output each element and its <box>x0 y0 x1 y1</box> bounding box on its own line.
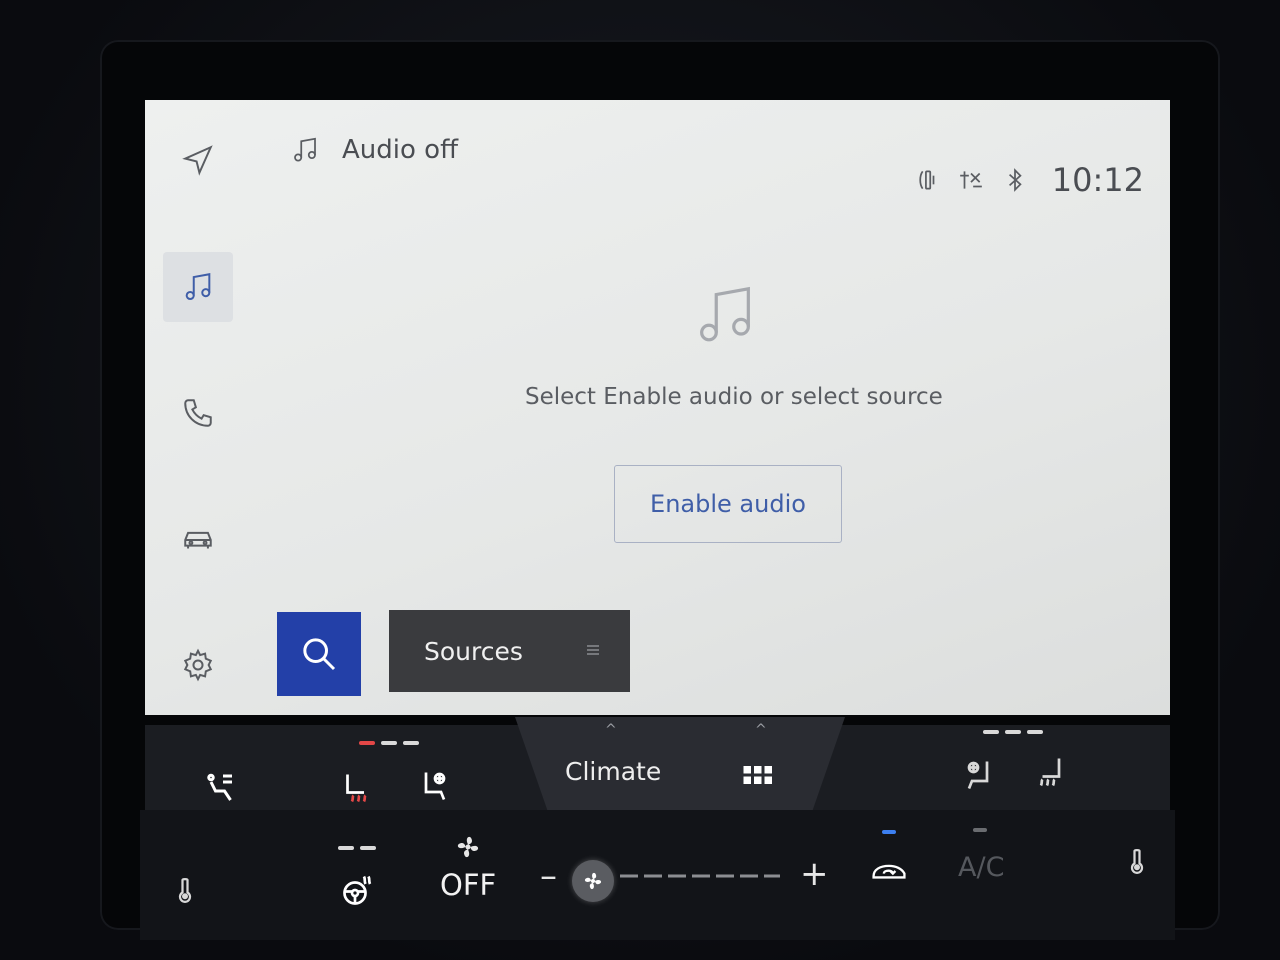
fan-speed-slider[interactable] <box>572 860 614 902</box>
status-bar: 10:12 <box>914 158 1144 202</box>
recirculation-button[interactable] <box>862 848 916 894</box>
apps-grid-button[interactable] <box>737 755 777 795</box>
steering-wheel-heat-button[interactable] <box>333 865 383 915</box>
empty-state: Select Enable audio or select source <box>525 280 943 410</box>
passenger-seat-vent-button[interactable] <box>953 750 1003 800</box>
empty-state-message: Select Enable audio or select source <box>525 384 943 410</box>
driver-seat-vent-button[interactable] <box>410 761 460 811</box>
driver-seat-heat-button[interactable] <box>330 763 380 813</box>
car-icon <box>184 531 212 549</box>
audio-header: Audio off <box>290 130 458 170</box>
wireless-charging-icon <box>919 170 935 190</box>
driver-seat-heat-level <box>359 741 419 745</box>
thermometer-icon <box>1130 848 1144 874</box>
passenger-seat-heat-button[interactable] <box>1025 747 1075 797</box>
side-nav-rail <box>145 100 255 715</box>
search-icon <box>303 638 336 671</box>
search-button[interactable] <box>277 612 361 696</box>
seat-airflow-icon <box>207 773 232 801</box>
infotainment-screen: Audio off 10:12 Select Enable audio or s… <box>145 100 1170 715</box>
music-note-icon <box>294 137 316 162</box>
seat-fan-icon <box>967 761 989 790</box>
fan-icon-label <box>453 832 483 862</box>
clock: 10:12 <box>1051 161 1144 199</box>
phone-icon <box>184 399 212 427</box>
fan-icon <box>584 872 602 890</box>
nav-settings-button[interactable] <box>163 630 233 700</box>
driver-temp-button[interactable] <box>170 875 200 905</box>
gear-icon <box>183 648 213 682</box>
signal-off-icon <box>959 171 982 189</box>
airflow-mode-button[interactable] <box>195 763 245 813</box>
nav-vehicle-button[interactable] <box>163 505 233 575</box>
seat-heater-icon <box>346 774 367 803</box>
music-note-icon <box>185 273 211 301</box>
climate-tab-label: Climate <box>565 757 662 786</box>
steering-heat-level <box>338 846 376 850</box>
ac-button[interactable]: A/C <box>958 852 1004 883</box>
sources-button[interactable]: Sources <box>389 610 630 692</box>
fan-state-label: OFF <box>440 868 497 902</box>
passenger-temp-button[interactable] <box>1122 846 1152 876</box>
fan-increase-button[interactable]: + <box>800 854 829 894</box>
grid-icon <box>743 766 772 784</box>
enable-audio-button[interactable]: Enable audio <box>614 465 842 543</box>
car-recirculation-icon <box>872 864 906 879</box>
bluetooth-icon <box>1008 168 1022 192</box>
nav-map-button[interactable] <box>163 125 233 195</box>
recirculation-indicator <box>882 830 896 834</box>
navigation-icon <box>182 145 213 176</box>
chevron-up-icon: ^ <box>755 722 767 738</box>
page-title: Audio off <box>342 135 458 165</box>
passenger-seat-level <box>983 730 1043 734</box>
seat-fan-icon <box>424 772 446 801</box>
steering-wheel-heat-icon <box>343 875 372 905</box>
fan-icon <box>457 836 479 858</box>
nav-audio-button[interactable] <box>163 252 233 322</box>
chevron-up-icon: ^ <box>605 722 617 738</box>
fan-decrease-button[interactable]: – <box>540 856 557 896</box>
ac-indicator <box>973 828 987 832</box>
nav-phone-button[interactable] <box>163 378 233 448</box>
thermometer-icon <box>178 877 192 903</box>
music-note-icon <box>700 286 750 342</box>
menu-icon <box>587 645 599 655</box>
seat-heater-icon <box>1039 758 1061 787</box>
sources-label: Sources <box>424 636 523 666</box>
climate-quick-bar: ^ ^ Climate <box>145 717 1170 813</box>
climate-control-bar: OFF – + A/C <box>140 810 1175 940</box>
